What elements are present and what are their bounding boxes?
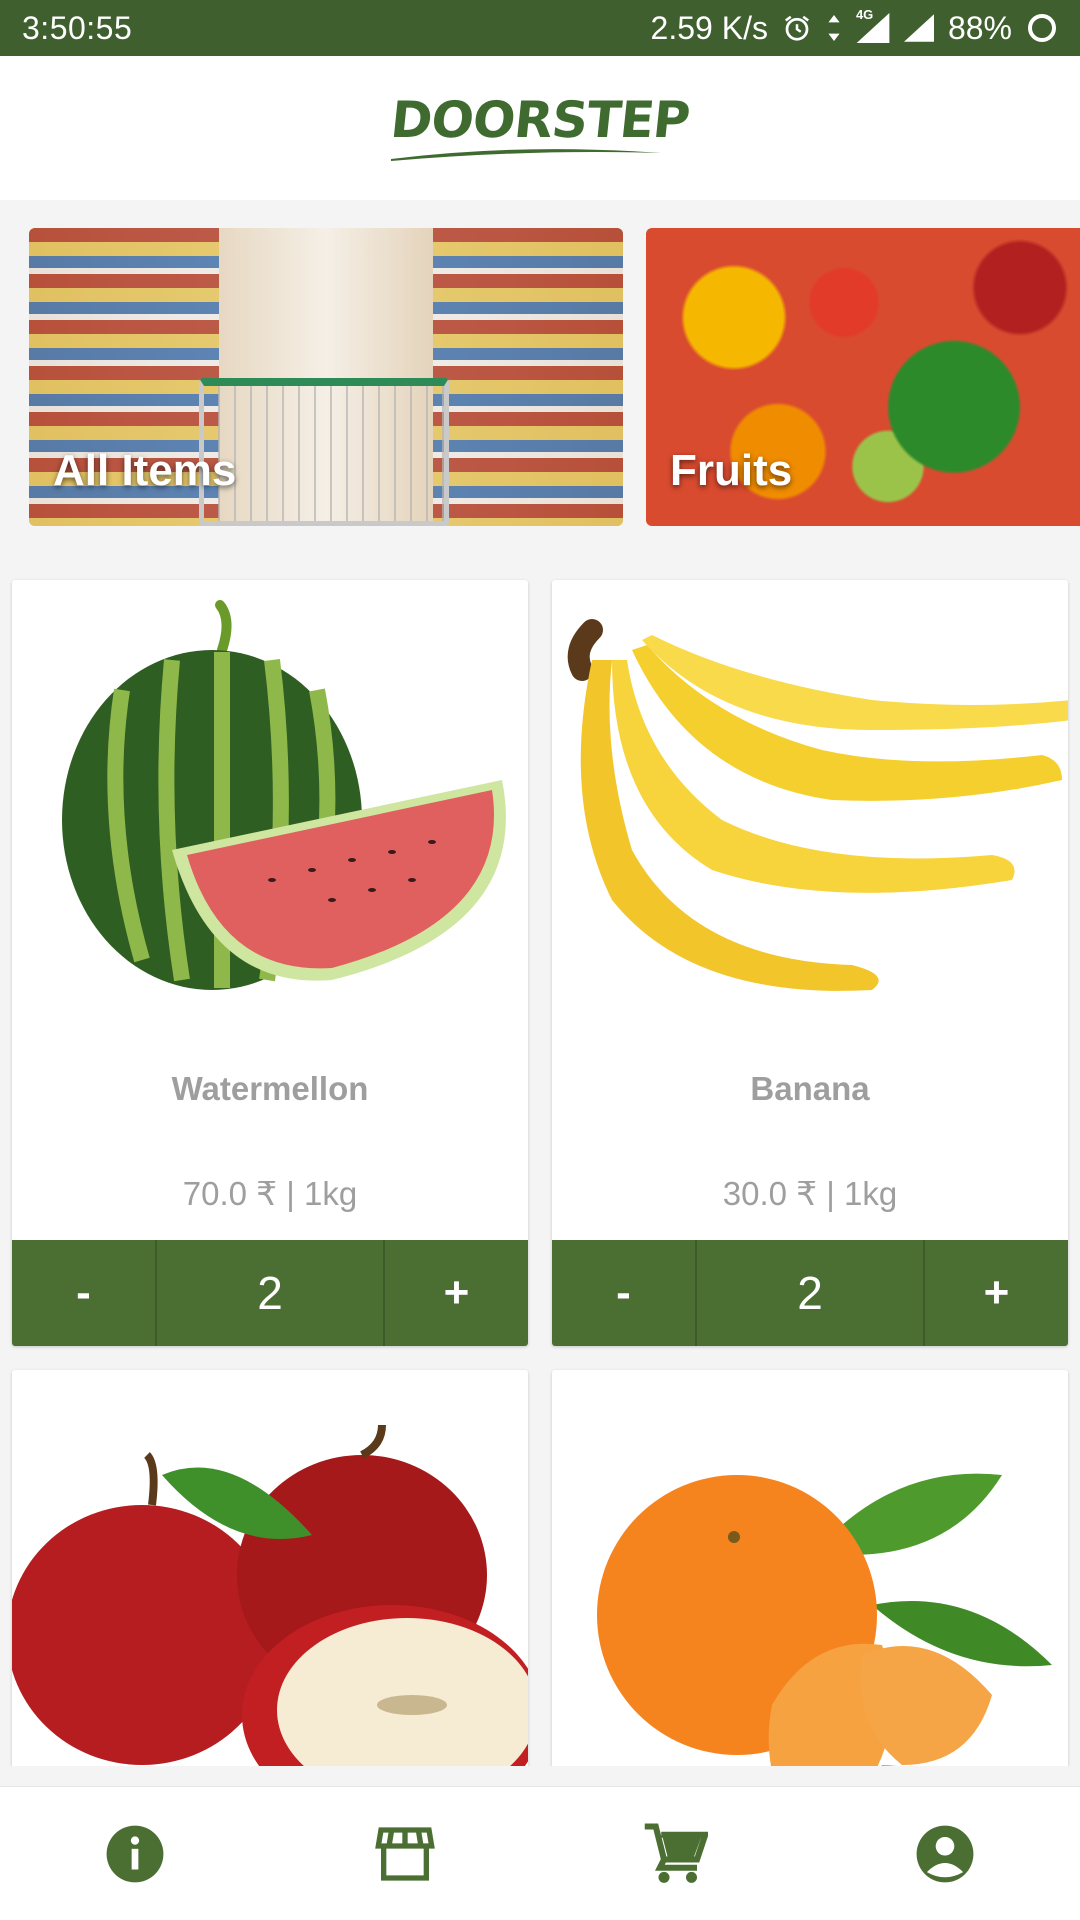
category-label: All Items xyxy=(53,446,237,495)
category-card-fruits[interactable]: Fruits xyxy=(646,228,1080,526)
quantity-stepper: - 2 + xyxy=(552,1240,1068,1346)
category-card-all-items[interactable]: All Items xyxy=(29,228,623,526)
product-price: 70.0 ₹ | 1kg xyxy=(182,1175,358,1212)
status-bar: 3:50:55 2.59 K/s 4G 88% xyxy=(0,0,1080,56)
increase-quantity-button[interactable]: + xyxy=(925,1240,1068,1346)
product-grid: Watermellon 70.0 ₹ | 1kg - 2 + Banana 30… xyxy=(0,570,1080,1766)
shelf-image xyxy=(433,228,623,526)
quantity-value: 2 xyxy=(695,1240,925,1346)
info-icon xyxy=(106,1825,164,1882)
product-name: Banana xyxy=(750,1070,870,1107)
alarm-icon xyxy=(782,13,812,43)
nav-account[interactable] xyxy=(895,1804,995,1904)
nav-store[interactable] xyxy=(355,1804,455,1904)
decrease-quantity-button[interactable]: - xyxy=(552,1240,695,1346)
app-header: DOORSTEP xyxy=(0,56,1080,200)
doorstep-logo: DOORSTEP xyxy=(387,91,693,161)
product-card-watermelon[interactable]: Watermellon 70.0 ₹ | 1kg - 2 + xyxy=(12,580,528,1346)
category-label: Fruits xyxy=(670,446,793,495)
product-card-banana[interactable]: Banana 30.0 ₹ | 1kg - 2 + xyxy=(552,580,1068,1346)
logo-text: DOORSTEP xyxy=(387,91,693,149)
product-card-apple[interactable] xyxy=(12,1370,528,1766)
signal-4g-icon: 4G xyxy=(856,7,890,43)
quantity-value: 2 xyxy=(155,1240,385,1346)
nav-cart[interactable] xyxy=(625,1804,725,1904)
quantity-stepper: - 2 + xyxy=(12,1240,528,1346)
status-indicators: 2.59 K/s 4G 88% xyxy=(650,7,1058,47)
product-price: 30.0 ₹ | 1kg xyxy=(722,1175,898,1212)
network-speed: 2.59 K/s xyxy=(650,9,768,46)
battery-level: 88% xyxy=(947,9,1012,46)
decrease-quantity-button[interactable]: - xyxy=(12,1240,155,1346)
network-type: 4G xyxy=(855,7,874,22)
apple-image xyxy=(12,1424,528,1766)
category-carousel[interactable]: All Items Fruits xyxy=(0,200,1080,570)
battery-icon xyxy=(1026,12,1058,44)
bottom-navigation xyxy=(0,1786,1080,1920)
signal-icon xyxy=(903,13,934,43)
store-icon xyxy=(375,1826,435,1881)
product-card-orange[interactable] xyxy=(552,1370,1068,1766)
logo-swoosh xyxy=(391,149,662,161)
orange-image xyxy=(597,1473,1052,1766)
account-icon xyxy=(916,1825,974,1882)
watermelon-image xyxy=(62,600,506,990)
shopping-cart-image xyxy=(199,378,449,526)
cart-icon xyxy=(644,1822,708,1883)
product-name: Watermellon xyxy=(171,1070,369,1107)
nav-info[interactable] xyxy=(85,1804,185,1904)
data-arrows-icon xyxy=(826,15,842,41)
banana-image xyxy=(567,619,1068,991)
status-time: 3:50:55 xyxy=(22,9,133,46)
increase-quantity-button[interactable]: + xyxy=(385,1240,528,1346)
